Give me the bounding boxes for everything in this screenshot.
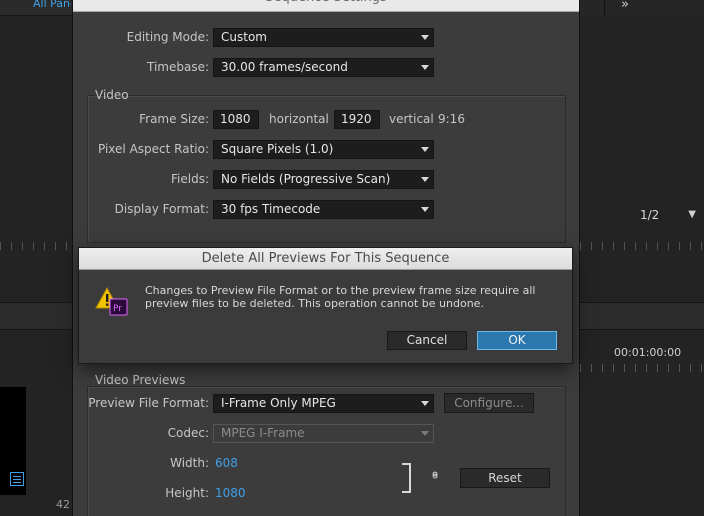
display-format-value: 30 fps Timecode (221, 202, 321, 216)
top-right-tab-area (580, 0, 704, 16)
height-label: Height: (165, 486, 209, 500)
chevron-down-icon (421, 65, 429, 70)
preview-file-format-value: I-Frame Only MPEG (221, 396, 336, 410)
cancel-button[interactable]: Cancel (387, 331, 467, 350)
vertical-label: vertical (389, 112, 434, 126)
left-time-ruler (0, 242, 72, 250)
video-previews-title: Video Previews (95, 373, 186, 387)
all-panels-tab[interactable]: All Panels (33, 0, 71, 10)
codec-value: MPEG I-Frame (221, 426, 305, 440)
zoom-resolution-select[interactable]: 1/2 ▼ (634, 207, 700, 225)
chevron-down-icon (421, 401, 429, 406)
ok-button[interactable]: OK (477, 331, 557, 350)
configure-button[interactable]: Configure... (444, 393, 534, 413)
chevron-down-icon (421, 177, 429, 182)
editing-mode-value: Custom (221, 30, 267, 44)
frame-number: 42 (56, 498, 70, 511)
video-group-title: Video (95, 88, 129, 102)
delete-previews-dialog: Delete All Previews For This Sequence Pr… (78, 247, 573, 364)
codec-dropdown[interactable]: MPEG I-Frame (213, 424, 434, 443)
sequence-settings-titlebar[interactable]: Sequence Settings (73, 0, 579, 12)
fields-value: No Fields (Progressive Scan) (221, 172, 391, 186)
preview-file-format-dropdown[interactable]: I-Frame Only MPEG (213, 394, 434, 413)
dialog-message-line-1: Changes to Preview File Format or to the… (145, 284, 536, 297)
timeline-timecode: 00:01:00:00 (614, 346, 682, 359)
chevron-down-icon (421, 35, 429, 40)
timebase-label: Timebase: (146, 60, 209, 74)
frame-width-field[interactable]: 1080 (213, 110, 259, 129)
dialog-message: Changes to Preview File Format or to the… (145, 284, 555, 310)
display-format-dropdown[interactable]: 30 fps Timecode (213, 200, 434, 219)
chevron-down-icon: ▼ (688, 209, 696, 220)
chevron-down-icon (421, 431, 429, 436)
chevron-down-icon (421, 207, 429, 212)
timebase-value: 30.00 frames/second (221, 60, 348, 74)
right-background-panel (580, 16, 704, 516)
dialog-title[interactable]: Delete All Previews For This Sequence (79, 248, 572, 270)
settings-list-icon[interactable] (10, 472, 24, 486)
frame-height-field[interactable]: 1920 (334, 110, 380, 129)
link-chain-icon[interactable]: ⚭ (426, 469, 442, 481)
panels-tab-area: All Panels (0, 0, 72, 16)
pixel-aspect-ratio-dropdown[interactable]: Square Pixels (1.0) (213, 140, 434, 159)
frame-size-label: Frame Size: (139, 112, 209, 126)
premiere-badge-text: Pr (113, 304, 122, 314)
left-panel-header-strip (0, 302, 72, 330)
right-panel-header-strip (580, 302, 704, 330)
editing-mode-dropdown[interactable]: Custom (213, 28, 434, 47)
preview-file-format-label: Preview File Format: (88, 396, 209, 410)
display-format-label: Display Format: (114, 202, 209, 216)
pixel-aspect-ratio-value: Square Pixels (1.0) (221, 142, 334, 156)
right-time-ruler (580, 242, 704, 250)
timebase-dropdown[interactable]: 30.00 frames/second (213, 58, 434, 77)
aspect-link-bracket (402, 463, 411, 493)
timeline-ruler (580, 364, 704, 372)
preview-height-value[interactable]: 1080 (215, 486, 246, 500)
pixel-aspect-ratio-label: Pixel Aspect Ratio: (98, 142, 209, 156)
width-label: Width: (170, 456, 209, 470)
fields-label: Fields: (171, 172, 209, 186)
codec-label: Codec: (167, 426, 209, 440)
fields-dropdown[interactable]: No Fields (Progressive Scan) (213, 170, 434, 189)
aspect-ratio-text: 9:16 (438, 112, 465, 126)
top-divider (604, 0, 605, 16)
zoom-resolution-value: 1/2 (640, 208, 660, 222)
horizontal-label: horizontal (269, 112, 329, 126)
warning-icon: Pr (95, 286, 128, 316)
chevron-down-icon (421, 147, 429, 152)
preview-width-value[interactable]: 608 (215, 456, 238, 470)
panel-overflow-chevrons-icon[interactable]: » (621, 0, 629, 12)
editing-mode-label: Editing Mode: (126, 30, 209, 44)
dialog-message-line-2: preview files to be deleted. This operat… (145, 297, 484, 310)
reset-button[interactable]: Reset (460, 468, 550, 488)
